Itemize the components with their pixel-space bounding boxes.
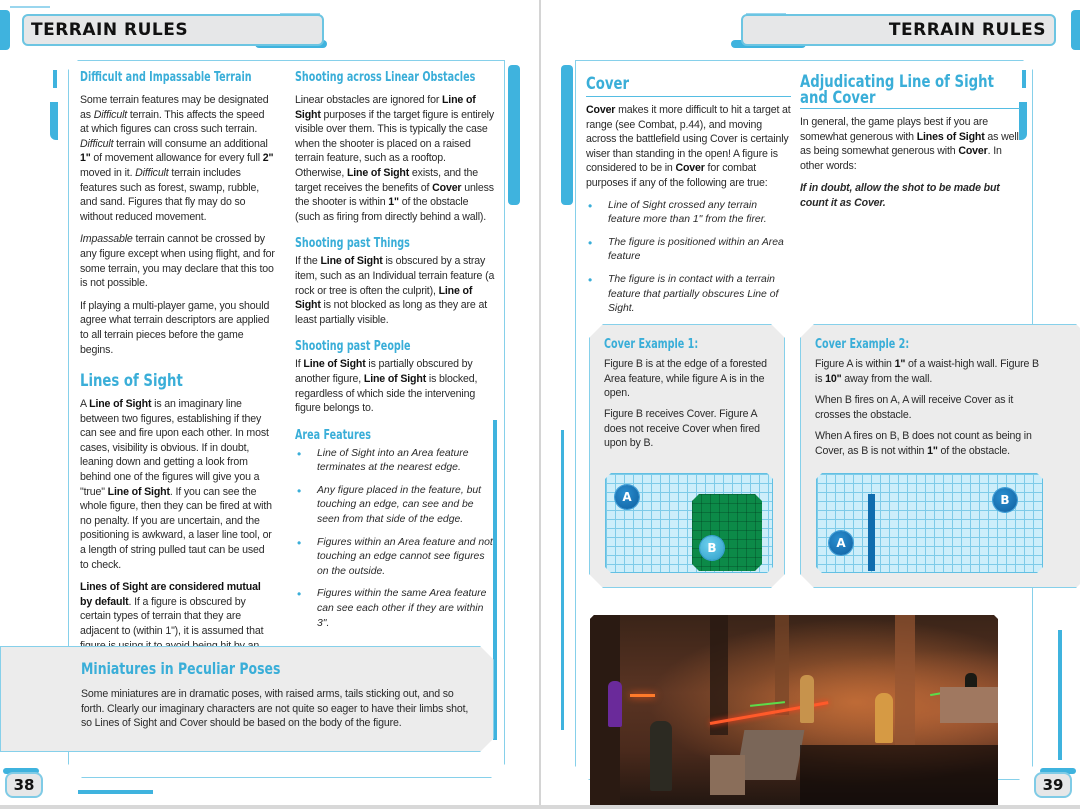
pillar: [895, 615, 915, 745]
figure-yellow: [875, 693, 893, 743]
section-heading: Shooting past People: [295, 339, 411, 355]
cover-section: Cover Cover makes it more difficult to h…: [586, 74, 791, 325]
list-item: Line of Sight crossed any terrain featur…: [586, 199, 791, 228]
section-heading-cover: Cover: [586, 74, 630, 94]
example-text: Figure A is within 1" of a waist-high wa…: [815, 358, 1039, 385]
section-heading: Shooting past Things: [295, 236, 410, 252]
waist-high-wall: [868, 494, 875, 571]
example-text: When A fires on B, B does not count as b…: [815, 430, 1032, 457]
section-heading: Difficult and Impassable Terrain: [80, 70, 252, 85]
forest-area-feature: [692, 494, 762, 571]
example-text: When B fires on A, A will receive Cover …: [815, 394, 1014, 421]
side-ornament: [561, 430, 564, 730]
paragraph: If the Line of Sight is obscured by a st…: [295, 255, 495, 326]
heading-underline: Cover: [586, 74, 791, 97]
paragraph: Impassable terrain cannot be crossed by …: [80, 233, 275, 290]
header-title: TERRAIN RULES: [31, 20, 189, 40]
list-item: The figure is in contact with a terrain …: [586, 273, 791, 317]
battle-illustration: [590, 615, 998, 809]
header-banner: TERRAIN RULES: [22, 14, 324, 46]
peculiar-poses-box: Miniatures in Peculiar Poses Some miniat…: [0, 646, 494, 752]
crate: [736, 730, 805, 780]
pillar: [710, 615, 728, 735]
list-item: Figures within an Area feature and not t…: [295, 536, 495, 580]
bottom-edge: [0, 805, 1080, 809]
floor-shadow: [800, 745, 998, 809]
area-features-list: Line of Sight into an Area feature termi…: [295, 447, 495, 632]
paragraph: In general, the game plays best if you a…: [800, 116, 1019, 172]
header-ornament-right: [1071, 10, 1080, 50]
section-heading: Area Features: [295, 427, 371, 443]
barrier: [940, 687, 998, 723]
side-ornament: [50, 102, 58, 140]
list-item: The figure is positioned within an Area …: [586, 236, 791, 265]
list-item: Figures within the same Area feature can…: [295, 587, 495, 631]
figure-a-token: A: [615, 485, 639, 509]
cover-example-1-box: Cover Example 1: Figure B is at the edge…: [589, 324, 785, 588]
header-title: TERRAIN RULES: [888, 20, 1046, 40]
header-ornament-left: [0, 10, 10, 50]
section-heading-lines-of-sight: Lines of Sight: [80, 371, 183, 392]
left-column-1: Difficult and Impassable Terrain Some te…: [80, 70, 275, 682]
right-side-ornament: [508, 65, 520, 205]
example-heading: Cover Example 2:: [815, 337, 910, 352]
pillar: [775, 615, 789, 715]
cover-conditions-list: Line of Sight crossed any terrain featur…: [586, 199, 791, 317]
emphasis-paragraph: If in doubt, allow the shot to be made b…: [800, 182, 1000, 209]
side-ornament: [561, 65, 573, 205]
page-number: 39: [1034, 772, 1072, 798]
header-banner: TERRAIN RULES: [741, 14, 1056, 46]
footer-ornament: [78, 790, 153, 794]
figure-soldier: [650, 721, 672, 791]
cover-example-2-box: Cover Example 2: Figure A is within 1" o…: [800, 324, 1080, 588]
paragraph: A Line of Sight is an imaginary line bet…: [80, 398, 272, 571]
side-ornament: [53, 70, 57, 88]
figure-b-token: B: [700, 536, 724, 560]
section-heading: Shooting across Linear Obstacles: [295, 70, 476, 85]
list-item: Line of Sight into an Area feature termi…: [295, 447, 495, 476]
paragraph: Linear obstacles are ignored for Line of…: [295, 94, 495, 223]
example-text: Figure B is at the edge of a forested Ar…: [604, 358, 767, 400]
example-text: Figure B receives Cover. Figure A does n…: [604, 408, 760, 450]
left-page: TERRAIN RULES Difficult and Impassable T…: [0, 0, 539, 809]
battle-grid: A B: [816, 473, 1043, 573]
battle-grid: A B: [605, 473, 773, 573]
box-text: Some miniatures are in dramatic poses, w…: [81, 688, 469, 730]
header-ornament-line: [10, 6, 50, 8]
figure-a-token: A: [829, 531, 853, 555]
heading-underline: Adjudicating Line of Sight and Cover: [800, 74, 1020, 109]
figure-purple: [608, 681, 622, 727]
paragraph: If playing a multi-player game, you shou…: [80, 299, 270, 356]
box-heading: Miniatures in Peculiar Poses: [81, 659, 281, 678]
figure-yellow: [800, 675, 814, 723]
laser-beam-red: [630, 694, 655, 697]
figure-b-token: B: [993, 488, 1017, 512]
example-heading: Cover Example 1:: [604, 337, 699, 352]
paragraph: If Line of Sight is partially obscured b…: [295, 358, 478, 415]
paragraph: Some terrain features may be designated …: [80, 94, 274, 223]
section-heading-adjudicating-line2: and Cover: [800, 88, 876, 108]
paragraph: Cover makes it more difficult to hit a t…: [586, 104, 791, 189]
adjudicating-section: Adjudicating Line of Sight and Cover In …: [800, 74, 1020, 211]
page-number: 38: [5, 772, 43, 798]
left-column-2: Shooting across Linear Obstacles Linear …: [295, 70, 495, 639]
side-ornament: [1058, 630, 1062, 760]
crate: [710, 755, 745, 795]
list-item: Any figure placed in the feature, but to…: [295, 484, 495, 528]
